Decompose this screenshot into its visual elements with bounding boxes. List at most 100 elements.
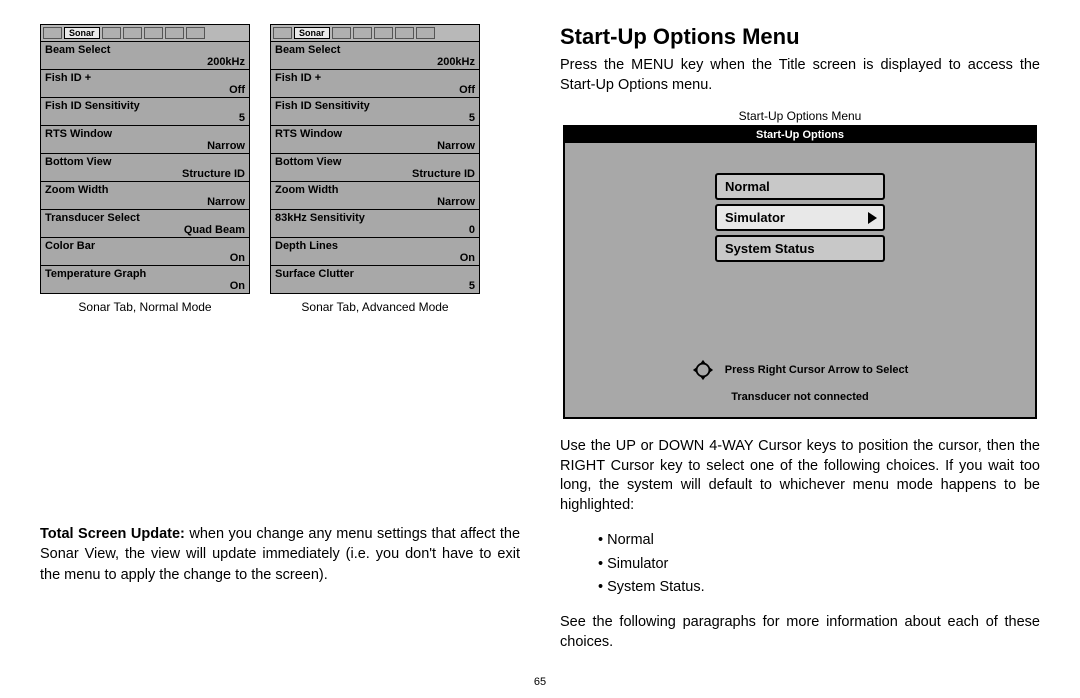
menu-row: Zoom WidthNarrow bbox=[41, 182, 249, 210]
menu-label: Color Bar bbox=[45, 240, 245, 252]
bullet-item: Normal bbox=[598, 529, 1040, 552]
tab-sonar: Sonar bbox=[64, 27, 100, 39]
device-hint-line: Press Right Cursor Arrow to Select bbox=[565, 359, 1035, 381]
menu-label: Fish ID + bbox=[45, 72, 245, 84]
menu-label: 83kHz Sensitivity bbox=[275, 212, 475, 224]
menu-label: RTS Window bbox=[45, 128, 245, 140]
para-seemore: See the following paragraphs for more in… bbox=[560, 613, 1040, 652]
startup-option[interactable]: System Status bbox=[715, 235, 885, 262]
menu-label: Transducer Select bbox=[45, 212, 245, 224]
bullet-item: System Status. bbox=[598, 576, 1040, 599]
menu-label: Beam Select bbox=[275, 44, 475, 56]
tab-icon bbox=[165, 27, 184, 39]
menu-value: On bbox=[275, 252, 475, 264]
menu-value: Off bbox=[45, 84, 245, 96]
startup-option[interactable]: Simulator bbox=[715, 204, 885, 231]
para-intro: Press the MENU key when the Title screen… bbox=[560, 56, 1040, 95]
device-footer: Press Right Cursor Arrow to Select Trans… bbox=[565, 349, 1035, 403]
tab-bar: Sonar bbox=[270, 24, 480, 41]
tab-icon bbox=[144, 27, 163, 39]
tab-icon bbox=[102, 27, 121, 39]
menu-row: Beam Select200kHz bbox=[41, 42, 249, 70]
menu-label: Zoom Width bbox=[275, 184, 475, 196]
bullet-list: NormalSimulatorSystem Status. bbox=[560, 529, 1040, 599]
menu-label: Zoom Width bbox=[45, 184, 245, 196]
device-caption: Start-Up Options Menu bbox=[560, 109, 1040, 123]
menu-row: RTS WindowNarrow bbox=[271, 126, 479, 154]
menu-body-normal: Beam Select200kHzFish ID +OffFish ID Sen… bbox=[40, 41, 250, 294]
menu-value: 5 bbox=[275, 112, 475, 124]
menu-row: Temperature GraphOn bbox=[41, 266, 249, 293]
tab-icon bbox=[332, 27, 351, 39]
sonar-menu-normal: Sonar Beam Select200kHzFish ID +OffFish … bbox=[40, 24, 250, 314]
tab-icon bbox=[43, 27, 62, 39]
device-screenshot: Start-Up Options Normal Simulator System S… bbox=[563, 125, 1037, 419]
menu-row: Bottom ViewStructure ID bbox=[41, 154, 249, 182]
menu-value: Off bbox=[275, 84, 475, 96]
tab-bar: Sonar bbox=[40, 24, 250, 41]
arrow-right-icon bbox=[868, 212, 877, 224]
menu-label: RTS Window bbox=[275, 128, 475, 140]
menu-row: Beam Select200kHz bbox=[271, 42, 479, 70]
device-status: Transducer not connected bbox=[565, 391, 1035, 403]
heading-startup: Start-Up Options Menu bbox=[560, 24, 1040, 50]
menu-value: 5 bbox=[275, 280, 475, 292]
tab-icon bbox=[374, 27, 393, 39]
sonar-menus-row: Sonar Beam Select200kHzFish ID +OffFish … bbox=[40, 24, 520, 314]
startup-option[interactable]: Normal bbox=[715, 173, 885, 200]
menu-row: Color BarOn bbox=[41, 238, 249, 266]
bullet-item: Simulator bbox=[598, 553, 1040, 576]
caption-advanced: Sonar Tab, Advanced Mode bbox=[270, 300, 480, 314]
menu-row: Fish ID +Off bbox=[271, 70, 479, 98]
tab-icon bbox=[123, 27, 142, 39]
menu-row: Fish ID Sensitivity5 bbox=[271, 98, 479, 126]
menu-label: Surface Clutter bbox=[275, 268, 475, 280]
tab-icon bbox=[395, 27, 414, 39]
tab-icon bbox=[273, 27, 292, 39]
menu-label: Fish ID + bbox=[275, 72, 475, 84]
device-hint: Press Right Cursor Arrow to Select bbox=[725, 364, 909, 376]
page-number: 65 bbox=[0, 676, 1080, 688]
menu-row: RTS WindowNarrow bbox=[41, 126, 249, 154]
menu-value: On bbox=[45, 252, 245, 264]
menu-row: 83kHz Sensitivity0 bbox=[271, 210, 479, 238]
tab-icon bbox=[416, 27, 435, 39]
total-screen-update-text: Total Screen Update: when you change any… bbox=[40, 524, 520, 585]
menu-value: 200kHz bbox=[275, 56, 475, 68]
sonar-menu-advanced: Sonar Beam Select200kHzFish ID +OffFish … bbox=[270, 24, 480, 314]
menu-label: Temperature Graph bbox=[45, 268, 245, 280]
caption-normal: Sonar Tab, Normal Mode bbox=[40, 300, 250, 314]
menu-label: Bottom View bbox=[275, 156, 475, 168]
menu-row: Transducer SelectQuad Beam bbox=[41, 210, 249, 238]
menu-label: Beam Select bbox=[45, 44, 245, 56]
menu-value: On bbox=[45, 280, 245, 292]
left-column: Sonar Beam Select200kHzFish ID +OffFish … bbox=[40, 24, 520, 666]
menu-row: Depth LinesOn bbox=[271, 238, 479, 266]
menu-value: 5 bbox=[45, 112, 245, 124]
device-title: Start-Up Options bbox=[565, 127, 1035, 143]
tab-icon bbox=[186, 27, 205, 39]
menu-row: Fish ID +Off bbox=[41, 70, 249, 98]
menu-value: Narrow bbox=[275, 196, 475, 208]
menu-value: Structure ID bbox=[45, 168, 245, 180]
menu-label: Fish ID Sensitivity bbox=[45, 100, 245, 112]
menu-label: Bottom View bbox=[45, 156, 245, 168]
right-column: Start-Up Options Menu Press the MENU key… bbox=[560, 24, 1040, 666]
menu-value: Structure ID bbox=[275, 168, 475, 180]
menu-label: Depth Lines bbox=[275, 240, 475, 252]
menu-body-advanced: Beam Select200kHzFish ID +OffFish ID Sen… bbox=[270, 41, 480, 294]
tab-icon bbox=[353, 27, 372, 39]
menu-value: 200kHz bbox=[45, 56, 245, 68]
menu-value: Quad Beam bbox=[45, 224, 245, 236]
menu-value: 0 bbox=[275, 224, 475, 236]
menu-row: Surface Clutter5 bbox=[271, 266, 479, 293]
cursor-icon bbox=[692, 359, 714, 381]
menu-row: Bottom ViewStructure ID bbox=[271, 154, 479, 182]
menu-label: Fish ID Sensitivity bbox=[275, 100, 475, 112]
tsu-bold: Total Screen Update: bbox=[40, 526, 185, 542]
para-cursor: Use the UP or DOWN 4-WAY Cursor keys to … bbox=[560, 437, 1040, 515]
menu-value: Narrow bbox=[45, 140, 245, 152]
tab-sonar: Sonar bbox=[294, 27, 330, 39]
menu-row: Zoom WidthNarrow bbox=[271, 182, 479, 210]
device-options: Normal Simulator System Status bbox=[565, 143, 1035, 262]
